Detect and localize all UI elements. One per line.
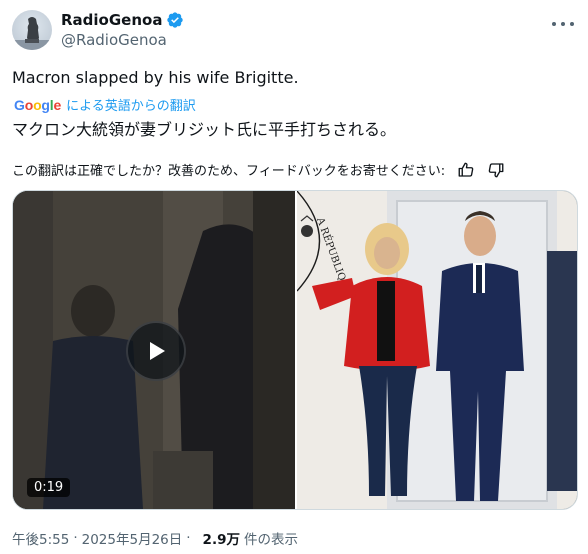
media-grid: 0:19 A RÉPUBLIQUE [12,190,578,510]
thumbs-down-icon[interactable] [487,161,505,179]
view-count: 2.9万 [202,532,240,548]
tweet-date[interactable]: 2025年5月26日 [82,528,183,548]
google-logo: Google [14,96,62,113]
tweet-meta: 午後5:55 · 2025年5月26日 · 2.9万 件の表示 [12,528,298,548]
author-name[interactable]: RadioGenoa [61,11,162,29]
tweet-text: Macron slapped by his wife Brigitte. [12,68,299,87]
verified-badge-icon [167,12,184,28]
play-icon [150,342,165,360]
tweet-header: RadioGenoa @RadioGenoa [0,0,588,60]
more-options-icon[interactable] [552,14,574,34]
translation-source[interactable]: Google による英語からの翻訳 [14,95,196,115]
photo-thumbnail[interactable]: A RÉPUBLIQUE [296,191,577,509]
translated-text: マクロン大統領が妻ブリジット氏に平手打ちされる。 [12,120,397,139]
translation-feedback: この翻訳は正確でしたか？改善のため、フィードバックをお寄せください: [12,160,505,179]
meta-separator: · [73,530,78,546]
author-handle[interactable]: @RadioGenoa [61,31,167,49]
play-button[interactable] [126,321,186,381]
video-duration: 0:19 [27,478,71,497]
thumbs-up-icon[interactable] [457,161,475,179]
tweet-time[interactable]: 午後5:55 [12,528,69,548]
translation-label[interactable]: による英語からの翻訳 [66,95,196,114]
meta-separator: · [186,530,191,546]
feedback-question: この翻訳は正確でしたか？改善のため、フィードバックをお寄せください: [12,164,446,179]
statue-avatar-image [12,17,52,50]
video-thumbnail[interactable]: 0:19 [13,191,295,509]
photo-scene: A RÉPUBLIQUE [296,191,577,509]
view-label: 件の表示 [243,532,298,548]
avatar[interactable] [12,10,52,50]
